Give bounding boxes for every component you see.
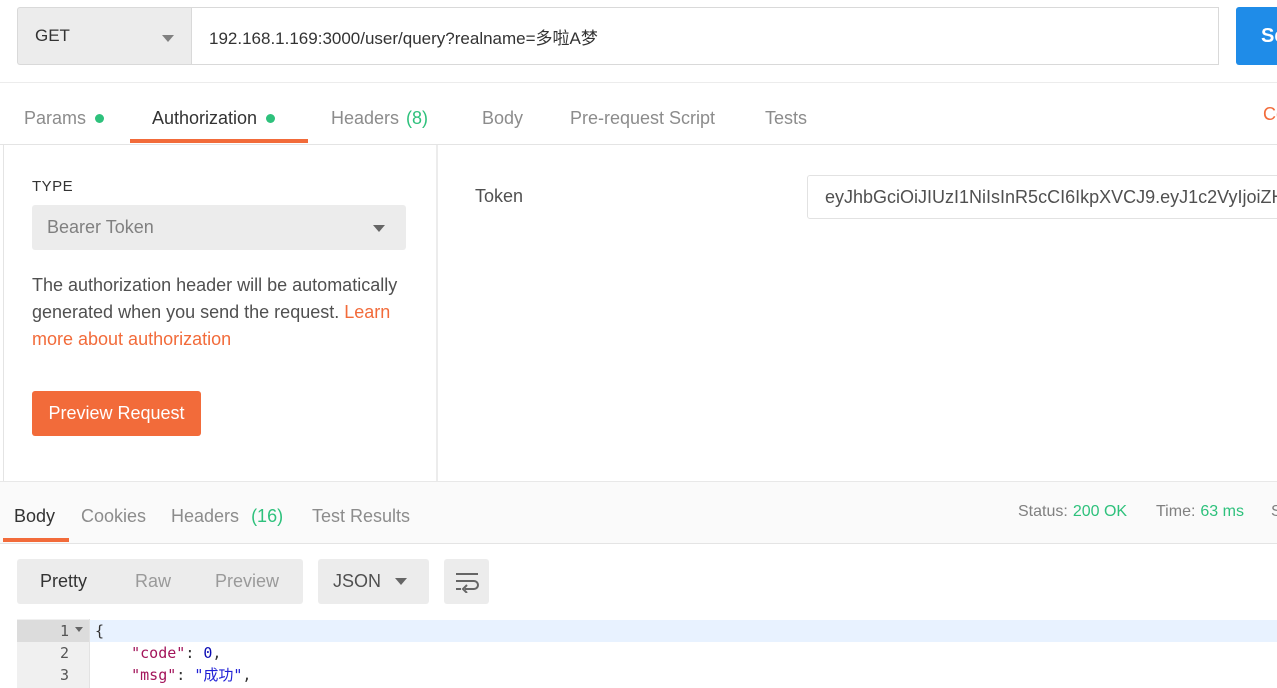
response-size: S bbox=[1271, 503, 1277, 520]
method-select[interactable]: GET bbox=[17, 7, 191, 65]
response-tab-test-results[interactable]: Test Results bbox=[312, 506, 410, 527]
tab-authorization[interactable]: Authorization bbox=[152, 102, 276, 134]
response-tab-cookies[interactable]: Cookies bbox=[81, 506, 146, 527]
active-dot-icon bbox=[95, 113, 105, 123]
tab-body-label: Body bbox=[482, 107, 524, 128]
divider bbox=[0, 82, 1277, 83]
time-value: 63 ms bbox=[1200, 503, 1244, 520]
status-label: Status: bbox=[1018, 503, 1068, 520]
auth-description: The authorization header will be automat… bbox=[32, 272, 422, 353]
view-pretty-button[interactable]: Pretty bbox=[40, 571, 87, 592]
cookies-link[interactable]: Co bbox=[1263, 104, 1277, 125]
tab-body[interactable]: Body bbox=[482, 102, 523, 134]
code-line: "msg": "成功", bbox=[95, 664, 251, 686]
format-select[interactable]: JSON bbox=[318, 559, 429, 604]
status-value: 200 OK bbox=[1072, 503, 1128, 520]
send-button[interactable]: Se bbox=[1236, 7, 1277, 65]
line-number: 1 bbox=[59, 622, 69, 640]
response-tab-body[interactable]: Body bbox=[14, 506, 55, 527]
active-tab-indicator bbox=[130, 139, 308, 143]
json-comma: , bbox=[212, 644, 222, 662]
json-colon: : bbox=[185, 644, 204, 662]
auth-type-select[interactable]: Bearer Token bbox=[32, 205, 406, 250]
auth-type-label: TYPE bbox=[32, 178, 74, 195]
tab-prerequest-label: Pre-request Script bbox=[570, 107, 716, 128]
active-dot-icon bbox=[266, 113, 276, 123]
send-label: Se bbox=[1261, 24, 1277, 47]
response-headers-count: (16) bbox=[251, 506, 284, 526]
wrap-lines-icon bbox=[455, 572, 479, 593]
tab-authorization-label: Authorization bbox=[152, 107, 258, 128]
json-key: "msg" bbox=[131, 666, 177, 684]
headers-count: (8) bbox=[406, 107, 429, 128]
response-time: Time: 63 ms bbox=[1156, 503, 1244, 521]
response-status: Status: 200 OK bbox=[1018, 503, 1127, 521]
divider bbox=[0, 543, 1277, 544]
tab-headers-label: Headers bbox=[331, 107, 400, 128]
token-value: eyJhbGciOiJIUzI1NiIsInR5cCI6IkpXVCJ9.eyJ… bbox=[825, 186, 1277, 207]
chevron-down-icon bbox=[162, 35, 174, 42]
panel-divider bbox=[436, 145, 438, 481]
token-label: Token bbox=[475, 186, 524, 206]
response-body-editor[interactable]: 1 2 3 { "code": 0, "msg": "成功", bbox=[17, 619, 1277, 688]
token-input[interactable]: eyJhbGciOiJIUzI1NiIsInR5cCI6IkpXVCJ9.eyJ… bbox=[807, 175, 1277, 219]
tab-tests[interactable]: Tests bbox=[765, 102, 807, 134]
chevron-down-icon bbox=[395, 578, 407, 585]
panel-border bbox=[3, 145, 4, 481]
json-comma: , bbox=[242, 666, 252, 684]
method-value: GET bbox=[35, 26, 70, 45]
json-string: "成功" bbox=[194, 666, 243, 684]
code-line: { bbox=[95, 620, 104, 642]
line-number: 2 bbox=[59, 644, 69, 662]
auth-type-value: Bearer Token bbox=[47, 217, 154, 237]
response-tab-headers[interactable]: Headers (16) bbox=[171, 506, 283, 527]
format-value: JSON bbox=[333, 571, 382, 591]
json-key: "code" bbox=[131, 644, 186, 662]
auth-description-text: The authorization header will be automat… bbox=[32, 275, 398, 322]
tab-prerequest-script[interactable]: Pre-request Script bbox=[570, 102, 715, 134]
tab-params-label: Params bbox=[24, 107, 87, 128]
url-input[interactable]: 192.168.1.169:3000/user/query?realname=多… bbox=[191, 7, 1219, 65]
wrap-lines-button[interactable] bbox=[444, 559, 489, 604]
preview-request-button[interactable]: Preview Request bbox=[32, 391, 201, 436]
tab-tests-label: Tests bbox=[765, 107, 808, 128]
chevron-down-icon bbox=[373, 225, 385, 232]
url-value: 192.168.1.169:3000/user/query?realname=多… bbox=[209, 28, 598, 48]
preview-request-label: Preview Request bbox=[48, 403, 185, 423]
fold-arrow-icon[interactable] bbox=[75, 627, 83, 632]
view-preview-button[interactable]: Preview bbox=[215, 571, 279, 592]
line-number: 3 bbox=[59, 666, 69, 684]
json-colon: : bbox=[176, 666, 195, 684]
code-line: "code": 0, bbox=[95, 642, 221, 664]
code-brace: { bbox=[95, 622, 105, 640]
active-line-highlight bbox=[90, 620, 1277, 642]
view-raw-button[interactable]: Raw bbox=[135, 571, 171, 592]
active-tab-indicator bbox=[3, 538, 69, 542]
tab-params[interactable]: Params bbox=[24, 102, 105, 134]
response-tab-headers-label: Headers bbox=[171, 506, 240, 526]
tab-headers[interactable]: Headers (8) bbox=[331, 102, 428, 134]
time-label: Time: bbox=[1156, 503, 1196, 520]
divider bbox=[0, 144, 1277, 145]
